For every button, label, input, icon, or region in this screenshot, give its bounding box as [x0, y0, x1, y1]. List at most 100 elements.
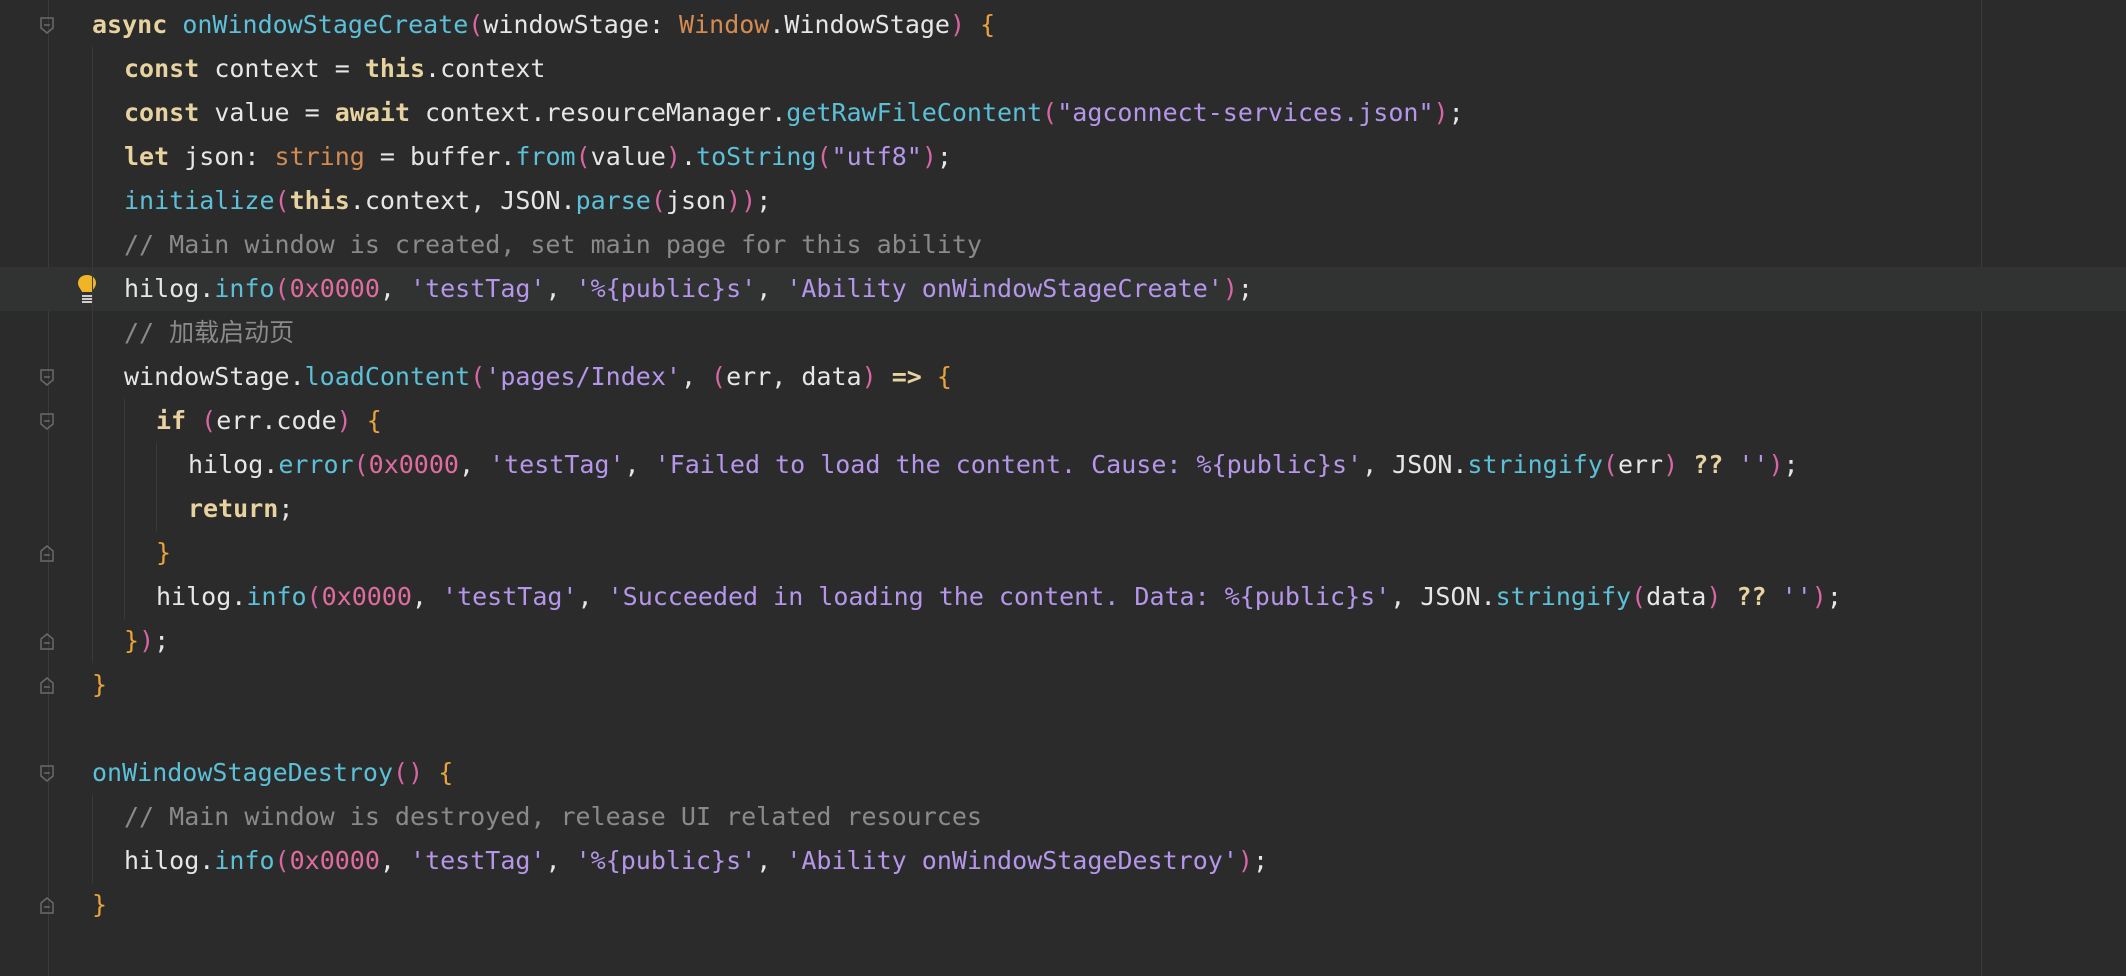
code-token: '%{public}s': [575, 846, 757, 875]
code-token: ): [1768, 450, 1784, 479]
fold-end-icon[interactable]: [40, 677, 54, 694]
code-token: .: [769, 10, 785, 39]
code-token: ): [1237, 846, 1253, 875]
code-text: }: [92, 663, 107, 707]
code-token: context =: [214, 54, 365, 83]
code-token: string: [274, 142, 365, 171]
code-text: hilog.info(0x0000, 'testTag', '%{public}…: [124, 839, 1268, 883]
code-token: this: [289, 186, 350, 215]
code-text: async onWindowStageCreate(windowStage: W…: [92, 3, 995, 47]
fold-expanded-icon[interactable]: [40, 17, 54, 34]
code-token: (: [274, 274, 290, 303]
code-line[interactable]: const context = this.context: [0, 47, 2126, 91]
code-token: = buffer.: [364, 142, 516, 171]
code-editor[interactable]: async onWindowStageCreate(windowStage: W…: [0, 0, 2126, 976]
code-token: 'testTag': [442, 582, 578, 611]
code-token: hilog.: [124, 274, 215, 303]
code-token: (: [470, 362, 486, 391]
fold-end-icon[interactable]: [40, 545, 54, 562]
code-token: ,: [458, 450, 490, 479]
code-token: ,: [577, 582, 608, 611]
code-token: '': [1738, 450, 1769, 479]
code-line[interactable]: hilog.info(0x0000, 'testTag', '%{public}…: [0, 839, 2126, 883]
code-token: ): [1811, 582, 1827, 611]
fold-end-icon[interactable]: [40, 633, 54, 650]
code-token: "utf8": [831, 142, 922, 171]
code-line[interactable]: // Main window is created, set main page…: [0, 223, 2126, 267]
code-token: ): [921, 142, 937, 171]
code-token: (: [575, 142, 591, 171]
code-token: ,: [545, 274, 576, 303]
code-token: (: [711, 362, 727, 391]
code-text: const value = await context.resourceMana…: [124, 91, 1464, 135]
code-token: {: [438, 758, 454, 787]
code-token: hilog.: [188, 450, 279, 479]
code-line[interactable]: onWindowStageDestroy() {: [0, 751, 2126, 795]
code-token: hilog.: [124, 846, 215, 875]
code-token: .context: [425, 54, 546, 83]
code-token: ,: [379, 274, 411, 303]
code-line[interactable]: if (err.code) {: [0, 399, 2126, 443]
lightbulb-icon[interactable]: [75, 273, 99, 305]
indent-guide: [92, 795, 93, 883]
code-token: 'pages/Index': [485, 362, 681, 391]
fold-end-icon[interactable]: [40, 897, 54, 914]
code-token: ): [1706, 582, 1737, 611]
code-token: ,: [756, 274, 787, 303]
code-token: 'testTag': [410, 846, 546, 875]
code-token: info: [246, 582, 307, 611]
code-line[interactable]: // 加载启动页: [0, 311, 2126, 355]
code-line[interactable]: let json: string = buffer.from(value).to…: [0, 135, 2126, 179]
code-token: ): [1222, 274, 1238, 303]
code-token: ): [950, 10, 981, 39]
code-line[interactable]: [0, 707, 2126, 751]
code-text: hilog.error(0x0000, 'testTag', 'Failed t…: [188, 443, 1799, 487]
code-token: )): [726, 186, 757, 215]
code-token: 'Ability onWindowStageDestroy': [786, 846, 1238, 875]
code-token: :: [648, 10, 680, 39]
code-token: ): [665, 142, 681, 171]
code-line[interactable]: async onWindowStageCreate(windowStage: W…: [0, 3, 2126, 47]
code-text: const context = this.context: [124, 47, 545, 91]
code-token: hilog.: [156, 582, 247, 611]
code-token: ,: [756, 846, 787, 875]
code-token: 'Failed to load the content. Cause: %{pu…: [654, 450, 1363, 479]
fold-expanded-icon[interactable]: [40, 413, 54, 430]
fold-expanded-icon[interactable]: [40, 765, 54, 782]
code-text: // 加载启动页: [124, 311, 294, 355]
code-text: // Main window is created, set main page…: [124, 223, 982, 267]
code-token: getRawFileContent: [786, 98, 1043, 127]
code-token: windowStage: [483, 10, 649, 39]
code-token: parse: [575, 186, 651, 215]
code-token: // Main window is created, set main page…: [124, 230, 982, 259]
code-token: await: [334, 98, 426, 127]
code-token: 'testTag': [489, 450, 625, 479]
code-token: ,: [545, 846, 576, 875]
code-token: }: [92, 670, 108, 699]
code-token: }: [124, 626, 140, 655]
code-token: value =: [214, 98, 335, 127]
code-line[interactable]: }: [0, 663, 2126, 707]
code-line[interactable]: initialize(this.context, JSON.parse(json…: [0, 179, 2126, 223]
code-line[interactable]: hilog.info(0x0000, 'testTag', 'Succeeded…: [0, 575, 2126, 619]
code-line[interactable]: });: [0, 619, 2126, 663]
code-token: 0x0000: [321, 582, 412, 611]
code-line[interactable]: return;: [0, 487, 2126, 531]
code-token: onWindowStageCreate: [182, 10, 469, 39]
code-line[interactable]: hilog.error(0x0000, 'testTag', 'Failed t…: [0, 443, 2126, 487]
code-line[interactable]: }: [0, 531, 2126, 575]
code-token: (: [306, 582, 322, 611]
code-line[interactable]: hilog.info(0x0000, 'testTag', '%{public}…: [0, 267, 2126, 311]
code-token: (): [393, 758, 439, 787]
code-text: initialize(this.context, JSON.parse(json…: [124, 179, 771, 223]
code-token: WindowStage: [784, 10, 950, 39]
fold-expanded-icon[interactable]: [40, 369, 54, 386]
code-line[interactable]: windowStage.loadContent('pages/Index', (…: [0, 355, 2126, 399]
code-token: ): [861, 362, 892, 391]
code-token: ;: [1783, 450, 1799, 479]
code-line[interactable]: // Main window is destroyed, release UI …: [0, 795, 2126, 839]
code-line[interactable]: }: [0, 883, 2126, 927]
code-token: ;: [154, 626, 170, 655]
indent-guide: [156, 443, 157, 531]
code-line[interactable]: const value = await context.resourceMana…: [0, 91, 2126, 135]
